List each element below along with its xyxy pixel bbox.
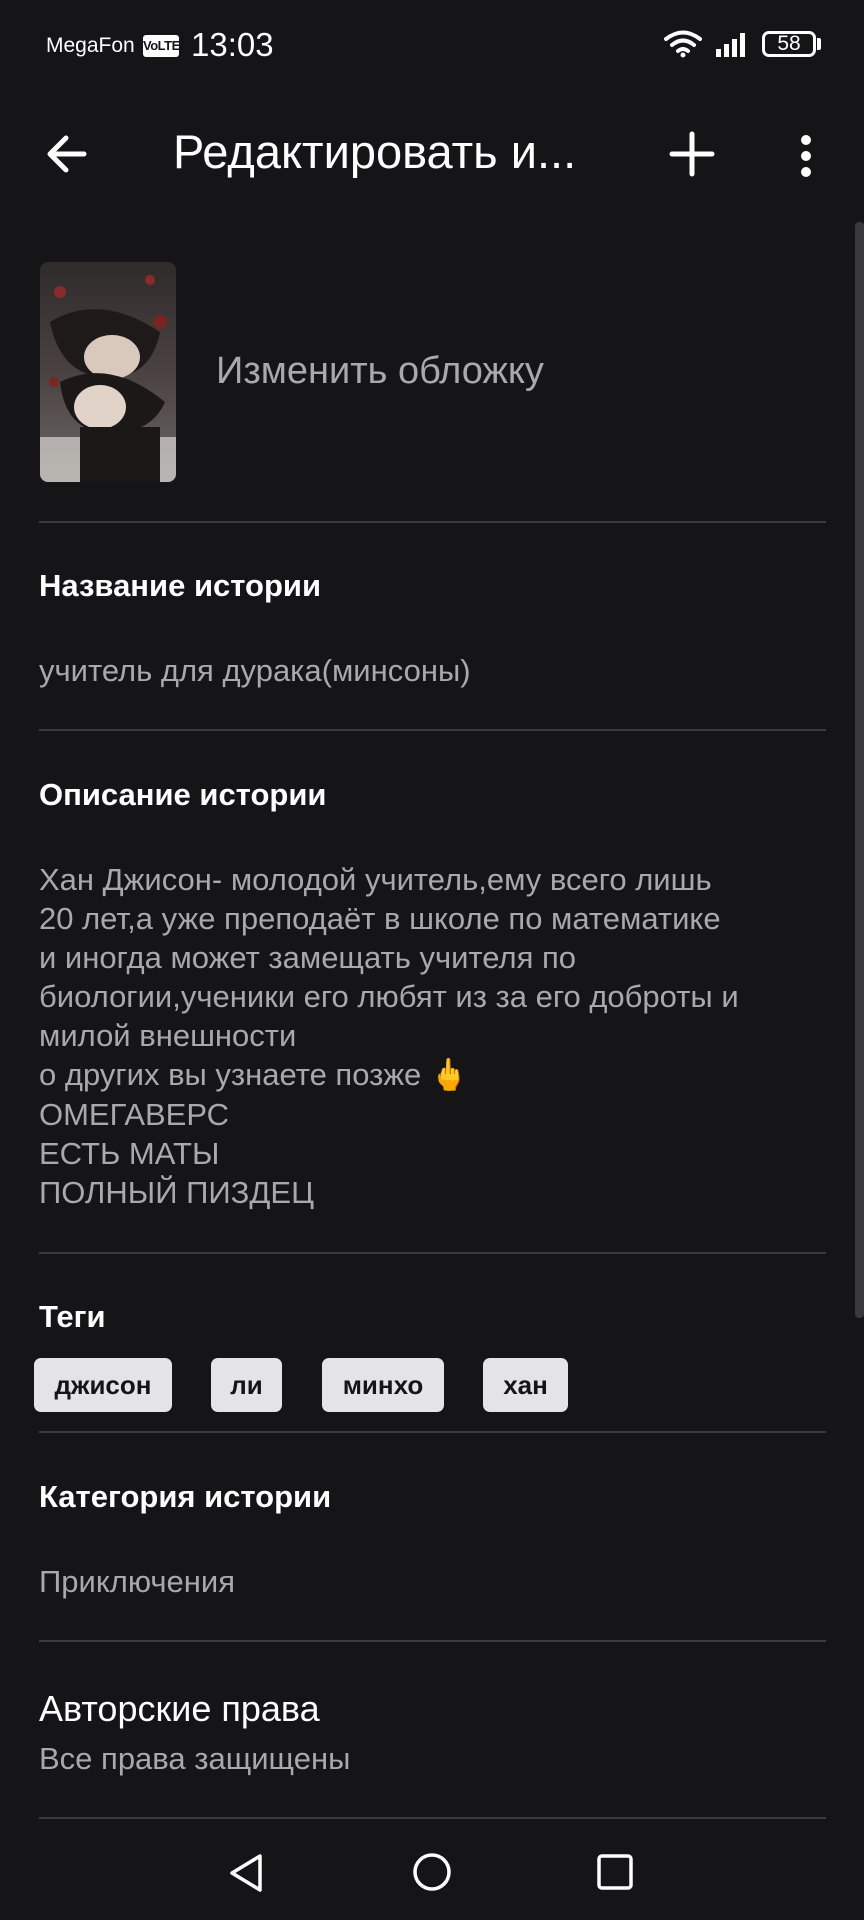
page-title: Редактировать и... bbox=[173, 125, 577, 178]
cover-image[interactable] bbox=[40, 262, 176, 482]
story-title-label: Название истории bbox=[39, 568, 321, 603]
signal-icon bbox=[716, 33, 745, 57]
story-description-label: Описание истории bbox=[39, 777, 327, 812]
wifi-icon bbox=[664, 30, 702, 58]
change-cover-button[interactable]: Изменить обложку bbox=[216, 350, 544, 393]
copyright-value[interactable]: Все права защищены bbox=[39, 1741, 350, 1777]
nav-home-icon[interactable] bbox=[412, 1852, 452, 1892]
copyright-label[interactable]: Авторские права bbox=[39, 1688, 320, 1730]
more-vertical-icon[interactable] bbox=[796, 132, 816, 180]
volte-badge: VoLTE bbox=[143, 35, 180, 57]
status-bar: MegaFon VoLTE 13:03 58 bbox=[0, 0, 864, 92]
carrier-name: MegaFon bbox=[46, 34, 135, 57]
divider bbox=[39, 1252, 826, 1254]
divider bbox=[39, 1817, 826, 1819]
battery-tip bbox=[817, 38, 821, 50]
description-line: о других вы узнаете позже bbox=[39, 1057, 422, 1092]
story-description-input[interactable]: Хан Джисон- молодой учитель,ему всего ли… bbox=[39, 860, 839, 1212]
description-line-with-emoji: о других вы узнаете позже 🖕 bbox=[39, 1055, 839, 1095]
description-line: милой внешности bbox=[39, 1018, 297, 1053]
divider bbox=[39, 1431, 826, 1433]
nav-back-icon[interactable] bbox=[226, 1852, 266, 1894]
tag-chip[interactable]: ли bbox=[211, 1358, 282, 1412]
story-title-input[interactable]: учитель для дурака(минсоны) bbox=[39, 653, 471, 689]
battery-icon: 58 bbox=[762, 31, 816, 57]
tags-label: Теги bbox=[39, 1299, 106, 1334]
nav-recent-apps-icon[interactable] bbox=[597, 1854, 633, 1890]
divider bbox=[39, 521, 826, 523]
scrollbar[interactable] bbox=[855, 222, 864, 1318]
plus-icon[interactable] bbox=[668, 130, 716, 178]
divider bbox=[39, 729, 826, 731]
category-label: Категория истории bbox=[39, 1479, 332, 1514]
middle-finger-emoji: 🖕 bbox=[429, 1057, 469, 1093]
back-arrow-icon[interactable] bbox=[44, 132, 88, 176]
tag-chip[interactable]: джисон bbox=[34, 1358, 172, 1412]
description-line: ПОЛНЫЙ ПИЗДЕЦ bbox=[39, 1175, 315, 1210]
description-line: ЕСТЬ МАТЫ bbox=[39, 1136, 220, 1171]
category-value[interactable]: Приключения bbox=[39, 1564, 235, 1600]
description-line: и иногда может замещать учителя по bbox=[39, 940, 577, 975]
divider bbox=[39, 1640, 826, 1642]
tag-chip[interactable]: минхо bbox=[322, 1358, 444, 1412]
description-line: 20 лет,а уже преподаёт в школе по матема… bbox=[39, 901, 721, 936]
clock: 13:03 bbox=[191, 26, 274, 63]
tag-chip[interactable]: хан bbox=[483, 1358, 568, 1412]
description-line: Хан Джисон- молодой учитель,ему всего ли… bbox=[39, 862, 712, 897]
description-line: биологии,ученики его любят из за его доб… bbox=[39, 979, 739, 1014]
description-line: ОМЕГАВЕРС bbox=[39, 1097, 230, 1132]
